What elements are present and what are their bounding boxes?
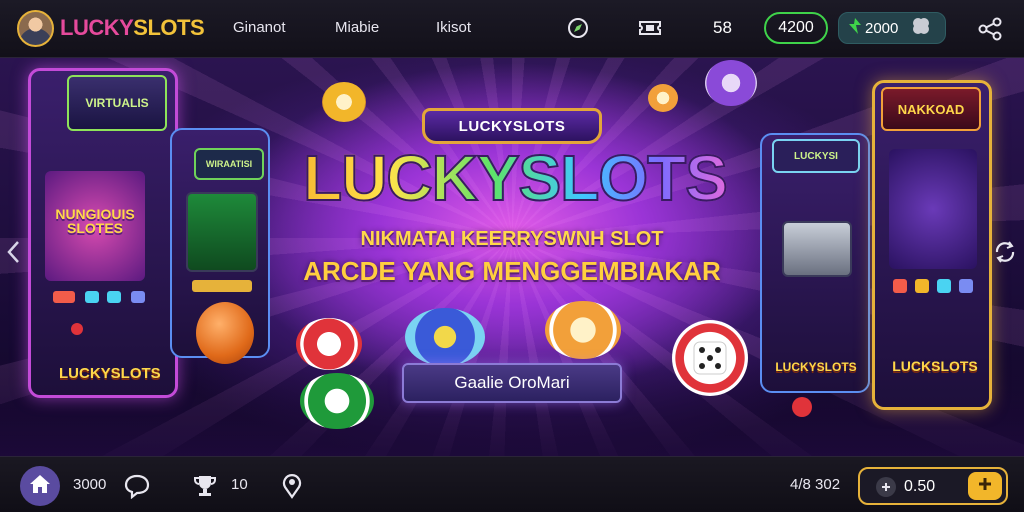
hero-subtitle-1: NIKMATAI KEERRYSWNH SLOT	[360, 228, 664, 250]
hero-subtitle-2: ARCDE YANG MENGGEMBIAKAR	[303, 256, 721, 286]
cabinet-bottom-text: LUCKSLOTS	[892, 358, 978, 374]
carousel-prev-button[interactable]	[0, 234, 26, 274]
gem-icon	[849, 18, 861, 38]
increase-bet-button[interactable]	[968, 472, 1002, 500]
bet-amount-value: 0.50	[904, 478, 936, 495]
arcade-cabinet-right-inner: LUCKYSI LUCKYSLOTS	[760, 133, 870, 417]
hero-title: LUCKYSLOTS	[290, 138, 740, 218]
cabinet-marquee: NAKKOAD	[881, 87, 981, 131]
cabinet-button	[53, 291, 75, 303]
hero-banner[interactable]: VIRTUALIS NUNGIOUIS SLOTES LUCKYSLOTS WI…	[0, 58, 1024, 456]
cabinet-button	[893, 279, 907, 293]
cabinet-marquee-text: VIRTUALIS	[85, 96, 149, 110]
play-now-label: Gaalie OroMari	[454, 373, 570, 392]
cabinet-button	[107, 291, 121, 303]
coin-decoration	[322, 82, 366, 122]
nav-link-1[interactable]: Ginanot	[233, 18, 286, 38]
coin-decoration	[705, 60, 757, 106]
cabinet-marquee: VIRTUALIS	[67, 75, 167, 131]
arcade-cabinet-right-outer: NAKKOAD LUCKSLOTS	[872, 80, 992, 410]
cabinet-marquee-text: WIRAATISI	[205, 159, 253, 169]
brand-part-lucky: LUCKY	[60, 15, 134, 40]
cabinet-button	[85, 291, 99, 303]
coin-decoration	[648, 84, 678, 112]
cabinet-screen	[782, 221, 852, 277]
hero-badge-text: LUCKYSLOTS	[458, 117, 566, 135]
bottom-bar: 3000 10 4/8 302 0.50	[0, 456, 1024, 512]
carousel-refresh-button[interactable]	[990, 234, 1020, 274]
cabinet-button	[959, 279, 973, 293]
cabinet-screen-text: NUNGIOUIS SLOTES	[55, 206, 135, 236]
refresh-icon	[992, 239, 1018, 269]
compass-icon[interactable]	[566, 16, 590, 40]
poker-chip-blue	[405, 308, 485, 366]
bottom-value-1: 3000	[73, 476, 107, 493]
balance-pill[interactable]: 4200	[764, 12, 828, 44]
bottom-right-value: 4/8 302	[790, 476, 841, 493]
decrease-bet-button[interactable]	[876, 477, 896, 497]
balance-value: 4200	[778, 19, 814, 36]
trophy-icon[interactable]	[190, 471, 220, 501]
home-icon	[29, 474, 51, 498]
dice-chip	[672, 320, 748, 396]
cabinet-marquee: WIRAATISI	[194, 148, 264, 180]
location-pin-icon[interactable]	[277, 471, 307, 501]
cabinet-button	[131, 291, 145, 303]
clover-icon	[910, 15, 932, 41]
top-count: 58	[713, 18, 732, 37]
play-now-button[interactable]: Gaalie OroMari	[402, 363, 622, 403]
cabinet-marquee-text: NAKKOAD	[897, 102, 965, 117]
cabinet-joystick	[792, 397, 812, 417]
minus-icon	[880, 478, 892, 497]
poker-chip-gold	[545, 301, 621, 359]
brand-logo[interactable]: LUCKYSLOTS	[60, 13, 205, 43]
chevron-left-icon	[6, 240, 20, 268]
gems-value: 2000	[865, 19, 899, 37]
brand-part-slots: SLOTS	[133, 15, 205, 40]
cabinet-screen	[889, 149, 977, 269]
nav-link-2[interactable]: Miabie	[335, 18, 379, 38]
cabinet-bottom-text: LUCKYSLOTS	[59, 365, 161, 382]
bet-amount-control: 0.50	[858, 467, 1008, 505]
bottom-value-2: 10	[231, 476, 248, 493]
top-bar: LUCKYSLOTS Ginanot Miabie Ikisot 58 4200…	[0, 0, 1024, 58]
cabinet-button	[192, 280, 252, 292]
plus-icon	[977, 476, 993, 496]
cabinet-bottom-text: LUCKYSLOTS	[775, 360, 857, 374]
cabinet-marquee: LUCKYSI	[772, 139, 860, 173]
share-icon[interactable]	[976, 15, 1004, 43]
home-button[interactable]	[20, 466, 60, 506]
poker-chip-red	[296, 318, 362, 370]
cabinet-screen: NUNGIOUIS SLOTES	[45, 171, 145, 281]
ticket-icon[interactable]	[637, 16, 663, 40]
user-avatar[interactable]	[17, 10, 54, 47]
chat-icon[interactable]	[122, 471, 152, 501]
nav-link-3[interactable]: Ikisot	[436, 18, 471, 38]
cabinet-button	[937, 279, 951, 293]
cabinet-screen	[186, 192, 258, 272]
basketball-decoration	[196, 302, 254, 364]
cabinet-button	[915, 279, 929, 293]
cabinet-marquee-text: LUCKYSI	[794, 151, 838, 162]
gems-pill[interactable]: 2000	[838, 12, 946, 44]
arcade-cabinet-left-outer: VIRTUALIS NUNGIOUIS SLOTES LUCKYSLOTS	[28, 68, 178, 398]
poker-chip-green	[300, 373, 374, 429]
cabinet-joystick	[71, 323, 83, 335]
